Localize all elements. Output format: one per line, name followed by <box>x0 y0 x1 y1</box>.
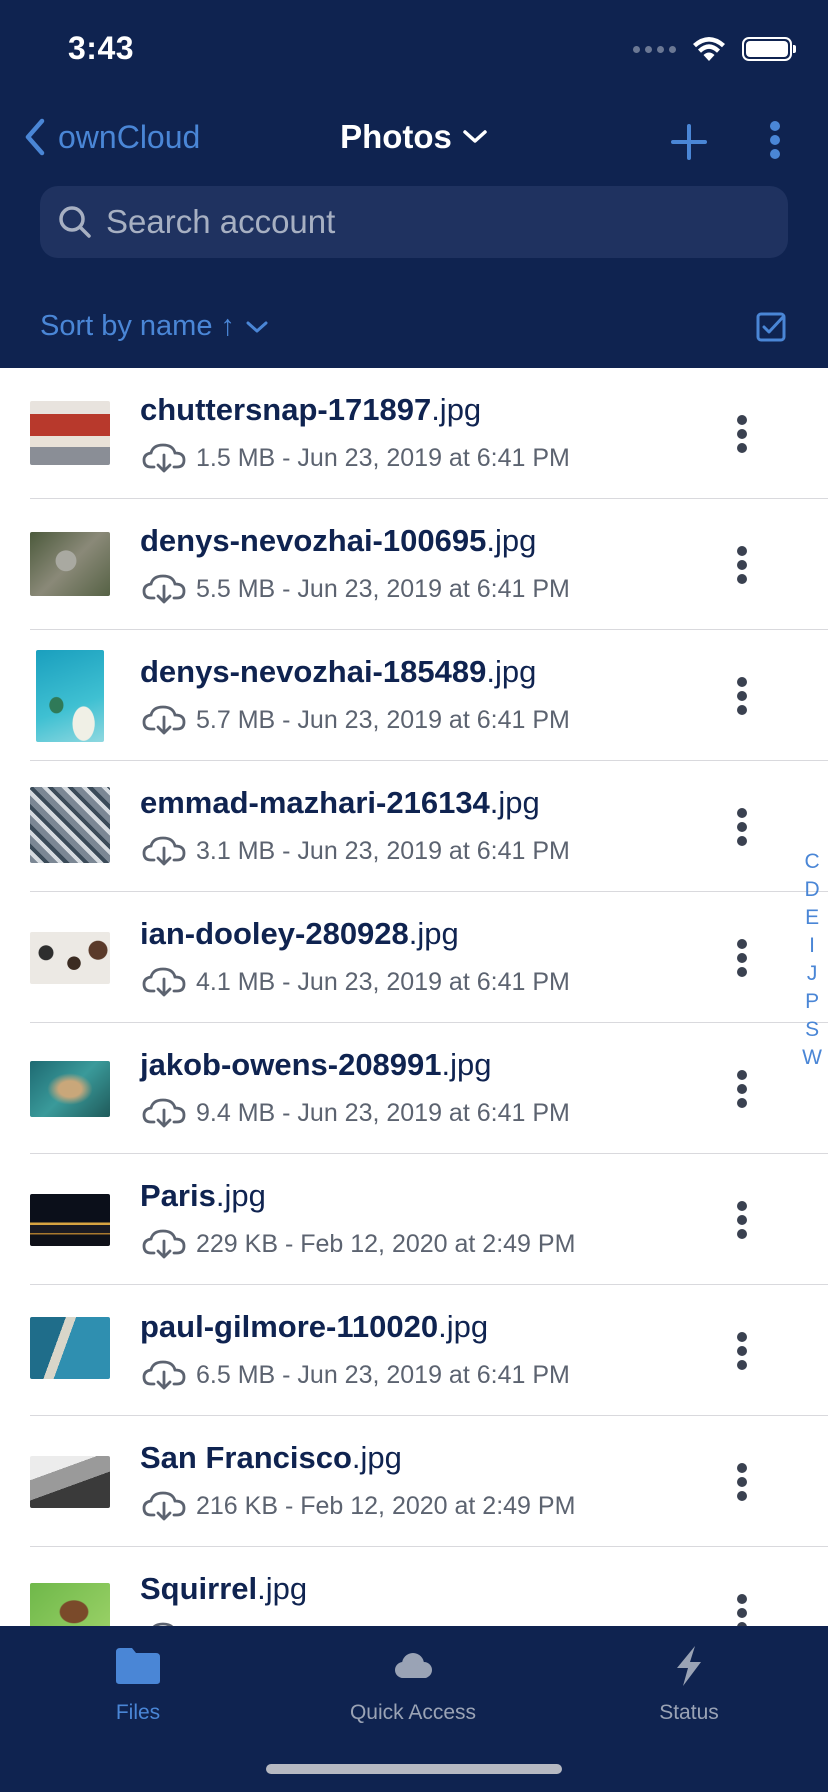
back-button[interactable]: ownCloud <box>24 118 200 156</box>
file-actions-button[interactable] <box>730 1593 754 1626</box>
section-index-letter[interactable]: E <box>805 904 819 932</box>
file-meta: 5.7 MB - Jun 23, 2019 at 6:41 PM <box>142 705 570 735</box>
file-meta: 216 KB - Feb 12, 2020 at 2:49 PM <box>142 1491 575 1521</box>
search-icon <box>59 206 91 238</box>
more-options-button[interactable] <box>762 118 788 162</box>
file-meta: 4.1 MB - Jun 23, 2019 at 6:41 PM <box>142 967 570 997</box>
cloud-download-icon <box>142 836 186 866</box>
file-name: denys-nevozhai-185489.jpg <box>140 654 537 689</box>
file-row[interactable]: emmad-mazhari-216134.jpg 3.1 MB - Jun 23… <box>30 761 828 892</box>
cellular-signal-icon <box>633 45 676 53</box>
file-name: San Francisco.jpg <box>140 1440 402 1475</box>
file-thumbnail <box>30 1194 110 1246</box>
back-label: ownCloud <box>58 118 201 155</box>
select-mode-button[interactable] <box>756 312 786 342</box>
file-actions-button[interactable] <box>730 807 754 847</box>
file-row[interactable]: chuttersnap-171897.jpg 1.5 MB - Jun 23, … <box>30 368 828 499</box>
cloud-download-icon <box>142 443 186 473</box>
navigation-header: 3:43 ownCloud Photos Search account Sort… <box>0 0 828 368</box>
file-name: ian-dooley-280928.jpg <box>140 916 459 951</box>
chevron-left-icon <box>25 118 45 156</box>
file-thumbnail <box>30 532 110 596</box>
home-indicator <box>266 1764 562 1774</box>
file-meta: 9.4 MB - Jun 23, 2019 at 6:41 PM <box>142 1098 570 1128</box>
file-name: jakob-owens-208991.jpg <box>140 1047 492 1082</box>
file-thumbnail <box>30 932 110 984</box>
page-title: Photos <box>340 118 452 155</box>
add-button[interactable] <box>664 120 714 164</box>
file-name: emmad-mazhari-216134.jpg <box>140 785 540 820</box>
status-icons <box>633 36 796 62</box>
file-thumbnail <box>30 787 110 863</box>
file-meta: 229 KB - Feb 12, 2020 at 2:49 PM <box>142 1229 575 1259</box>
tab-status-label: Status <box>659 1701 719 1724</box>
battery-icon <box>742 37 796 61</box>
file-row[interactable]: San Francisco.jpg 216 KB - Feb 12, 2020 … <box>30 1416 828 1547</box>
lightning-icon <box>677 1646 701 1686</box>
file-meta: 3.1 MB - Jun 23, 2019 at 6:41 PM <box>142 836 570 866</box>
section-index-letter[interactable]: I <box>809 932 815 960</box>
file-actions-button[interactable] <box>730 1069 754 1109</box>
file-name: Paris.jpg <box>140 1178 266 1213</box>
file-row[interactable]: Paris.jpg 229 KB - Feb 12, 2020 at 2:49 … <box>30 1154 828 1285</box>
file-actions-button[interactable] <box>730 545 754 585</box>
status-time: 3:43 <box>68 30 135 66</box>
search-bar[interactable] <box>40 186 788 258</box>
file-thumbnail <box>30 1317 110 1379</box>
folder-icon <box>116 1648 160 1684</box>
cloud-download-icon <box>142 1229 186 1259</box>
folder-title-dropdown[interactable]: Photos <box>340 118 488 156</box>
file-list[interactable]: chuttersnap-171897.jpg 1.5 MB - Jun 23, … <box>0 368 828 1626</box>
section-index-letter[interactable]: D <box>805 876 820 904</box>
sort-button[interactable]: Sort by name ↑ <box>40 310 269 343</box>
file-name: chuttersnap-171897.jpg <box>140 392 482 427</box>
file-actions-button[interactable] <box>730 1331 754 1371</box>
file-meta: 5.5 MB - Jun 23, 2019 at 6:41 PM <box>142 574 570 604</box>
cloud-download-icon <box>142 1098 186 1128</box>
cloud-icon <box>395 1653 432 1678</box>
file-thumbnail <box>30 1583 110 1626</box>
file-row[interactable]: ian-dooley-280928.jpg 4.1 MB - Jun 23, 2… <box>30 892 828 1023</box>
sort-label: Sort by name ↑ <box>40 310 236 342</box>
file-thumbnail <box>30 1061 110 1117</box>
section-index-letter[interactable]: S <box>805 1016 819 1044</box>
file-row[interactable]: Squirrel.jpg <box>30 1547 828 1626</box>
cloud-download-icon <box>142 967 186 997</box>
tab-quick-access-label: Quick Access <box>349 1701 477 1724</box>
file-meta: 6.5 MB - Jun 23, 2019 at 6:41 PM <box>142 1360 570 1390</box>
file-name: denys-nevozhai-100695.jpg <box>140 523 537 558</box>
tab-status[interactable]: Status <box>589 1646 789 1725</box>
section-index-letter[interactable]: P <box>805 988 819 1016</box>
wifi-icon <box>693 37 725 61</box>
section-index[interactable]: C D E I J P S W <box>802 848 822 1072</box>
cloud-download-icon <box>142 705 186 735</box>
file-thumbnail <box>30 1456 110 1508</box>
tab-quick-access[interactable]: Quick Access <box>313 1646 513 1725</box>
section-index-letter[interactable]: W <box>802 1044 822 1072</box>
file-actions-button[interactable] <box>730 676 754 716</box>
file-row[interactable]: paul-gilmore-110020.jpg 6.5 MB - Jun 23,… <box>30 1285 828 1416</box>
cloud-download-icon <box>142 1491 186 1521</box>
file-meta: 1.5 MB - Jun 23, 2019 at 6:41 PM <box>142 443 570 473</box>
file-actions-button[interactable] <box>730 414 754 454</box>
section-index-letter[interactable]: J <box>807 960 818 988</box>
file-name: paul-gilmore-110020.jpg <box>140 1309 489 1344</box>
file-actions-button[interactable] <box>730 1462 754 1502</box>
tab-files[interactable]: Files <box>38 1646 238 1725</box>
file-row[interactable]: jakob-owens-208991.jpg 9.4 MB - Jun 23, … <box>30 1023 828 1154</box>
section-index-letter[interactable]: C <box>805 848 820 876</box>
file-row[interactable]: denys-nevozhai-100695.jpg 5.5 MB - Jun 2… <box>30 499 828 630</box>
file-actions-button[interactable] <box>730 938 754 978</box>
file-thumbnail <box>36 650 104 742</box>
file-actions-button[interactable] <box>730 1200 754 1240</box>
cloud-download-icon <box>142 574 186 604</box>
file-name: Squirrel.jpg <box>140 1571 308 1606</box>
search-input[interactable] <box>106 203 746 241</box>
tab-files-label: Files <box>115 1701 161 1724</box>
chevron-down-icon <box>246 321 268 332</box>
file-thumbnail <box>30 401 110 465</box>
cloud-download-icon <box>142 1360 186 1390</box>
chevron-down-icon <box>463 130 487 143</box>
file-row[interactable]: denys-nevozhai-185489.jpg 5.7 MB - Jun 2… <box>30 630 828 761</box>
